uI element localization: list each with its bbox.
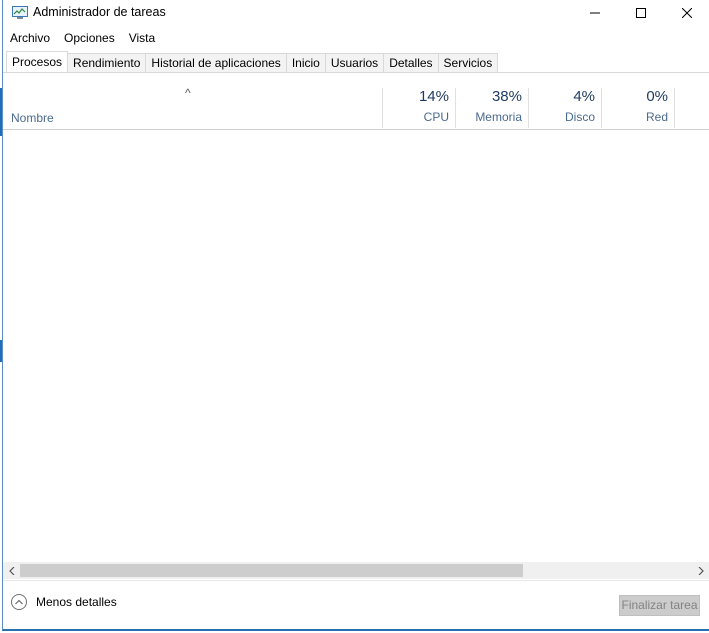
tab-rendimiento[interactable]: Rendimiento <box>68 53 147 73</box>
horizontal-scrollbar[interactable] <box>3 562 709 579</box>
column-header-overflow <box>674 88 708 128</box>
memory-column-label: Memoria <box>475 110 522 124</box>
maximize-icon <box>636 8 646 18</box>
tab-historial-aplicaciones[interactable]: Historial de aplicaciones <box>146 53 287 73</box>
disk-usage-value: 4% <box>573 88 595 105</box>
menu-opciones[interactable]: Opciones <box>57 28 122 48</box>
disk-column-label: Disco <box>564 110 595 124</box>
sort-ascending-icon: ^ <box>185 86 191 100</box>
column-header-red[interactable]: 0% Red <box>601 88 674 128</box>
chevron-up-icon <box>11 594 27 610</box>
column-header-memoria[interactable]: 38% Memoria <box>455 88 528 128</box>
tab-strip: Procesos Rendimiento Historial de aplica… <box>6 51 499 73</box>
scroll-right-icon[interactable] <box>692 562 709 579</box>
scroll-left-icon[interactable] <box>3 562 20 579</box>
fewer-details-label: Menos detalles <box>36 595 117 609</box>
menu-archivo[interactable]: Archivo <box>3 28 57 48</box>
tab-detalles[interactable]: Detalles <box>384 53 439 73</box>
menu-vista[interactable]: Vista <box>122 28 162 48</box>
minimize-button[interactable] <box>572 0 618 26</box>
column-header-disco[interactable]: 4% Disco <box>528 88 601 128</box>
menu-bar: Archivo Opciones Vista <box>3 28 162 48</box>
close-button[interactable] <box>664 0 709 26</box>
task-manager-icon <box>12 6 28 20</box>
column-header-cpu[interactable]: 14% CPU <box>382 88 455 128</box>
network-column-label: Red <box>645 110 668 124</box>
scrollbar-thumb[interactable] <box>20 564 523 577</box>
window-title: Administrador de tareas <box>33 5 166 19</box>
fewer-details-button[interactable]: Menos detalles <box>11 594 117 610</box>
cpu-column-label: CPU <box>423 110 449 124</box>
close-icon <box>682 8 692 18</box>
title-bar: Administrador de tareas <box>3 0 709 26</box>
process-table-header: ^ Nombre 14% CPU 38% Memoria 4% Disco 0%… <box>3 73 709 130</box>
tab-servicios[interactable]: Servicios <box>438 53 499 73</box>
network-usage-value: 0% <box>646 88 668 105</box>
column-header-nombre[interactable]: Nombre <box>11 111 54 125</box>
process-list-empty-area <box>3 130 709 562</box>
tab-procesos[interactable]: Procesos <box>6 51 69 73</box>
tab-inicio[interactable]: Inicio <box>286 53 326 73</box>
task-manager-window: Administrador de tareas Archivo Opciones… <box>2 0 709 631</box>
tab-usuarios[interactable]: Usuarios <box>325 53 385 73</box>
end-task-button[interactable]: Finalizar tarea <box>619 595 700 616</box>
cpu-usage-value: 14% <box>418 88 449 105</box>
memory-usage-value: 38% <box>491 88 522 105</box>
footer-bar: Menos detalles Finalizar tarea <box>3 580 709 629</box>
minimize-icon <box>590 12 600 14</box>
maximize-button[interactable] <box>618 0 664 26</box>
